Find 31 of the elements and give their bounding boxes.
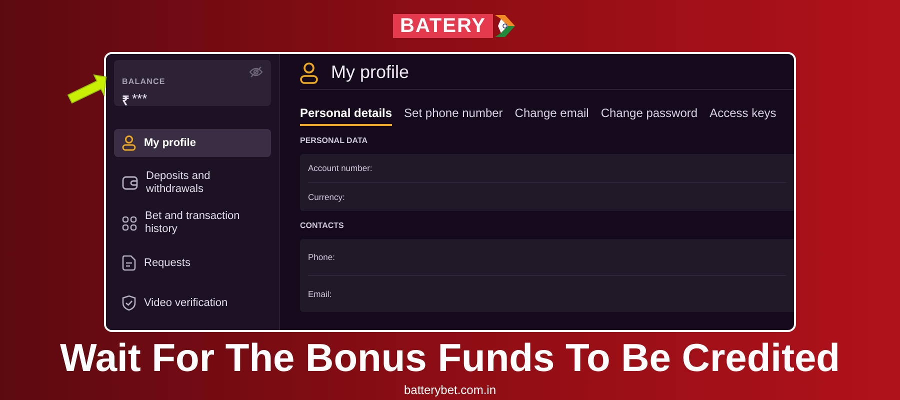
tab[interactable]: Change password bbox=[600, 106, 698, 126]
wallet-icon bbox=[122, 176, 138, 190]
tab[interactable]: Change email bbox=[514, 106, 589, 126]
section-heading: PERSONAL DATA bbox=[300, 136, 369, 145]
sidebar-item[interactable]: Deposits and withdrawals bbox=[114, 169, 271, 197]
tab[interactable]: Access keys bbox=[710, 106, 776, 126]
shield-check-icon bbox=[122, 295, 136, 311]
tab[interactable]: Personal details bbox=[300, 106, 392, 126]
grid-icon bbox=[122, 216, 137, 230]
field-label: Account number: bbox=[308, 162, 374, 175]
field-label: Currency: bbox=[308, 191, 346, 204]
flag-chevron-icon bbox=[495, 15, 517, 37]
site-url: batterybet.com.in bbox=[404, 383, 496, 397]
section-heading: CONTACTS bbox=[300, 221, 345, 230]
currency-symbol: ₹ bbox=[122, 92, 129, 109]
eye-crossed-icon[interactable] bbox=[249, 66, 263, 78]
sidebar-item[interactable]: My profile bbox=[114, 129, 271, 157]
person-icon bbox=[300, 62, 318, 84]
sidebar-item[interactable]: Bet and transaction history bbox=[114, 209, 271, 237]
field-label: Email: bbox=[308, 288, 333, 301]
balance-amount: *** bbox=[132, 91, 148, 108]
page-title: My profile bbox=[331, 62, 410, 83]
sidebar-item[interactable]: Requests bbox=[114, 249, 271, 277]
sidebar-item[interactable]: Video verification bbox=[114, 289, 271, 317]
person-icon bbox=[122, 135, 136, 151]
tab[interactable]: Set phone number bbox=[404, 106, 503, 126]
document-icon bbox=[122, 255, 136, 271]
balance-label: BALANCE bbox=[122, 77, 166, 86]
field-label: Phone: bbox=[308, 251, 336, 264]
headline: Wait For The Bonus Funds To Be Credited bbox=[60, 337, 840, 381]
logo-text: BATERY bbox=[393, 14, 493, 38]
